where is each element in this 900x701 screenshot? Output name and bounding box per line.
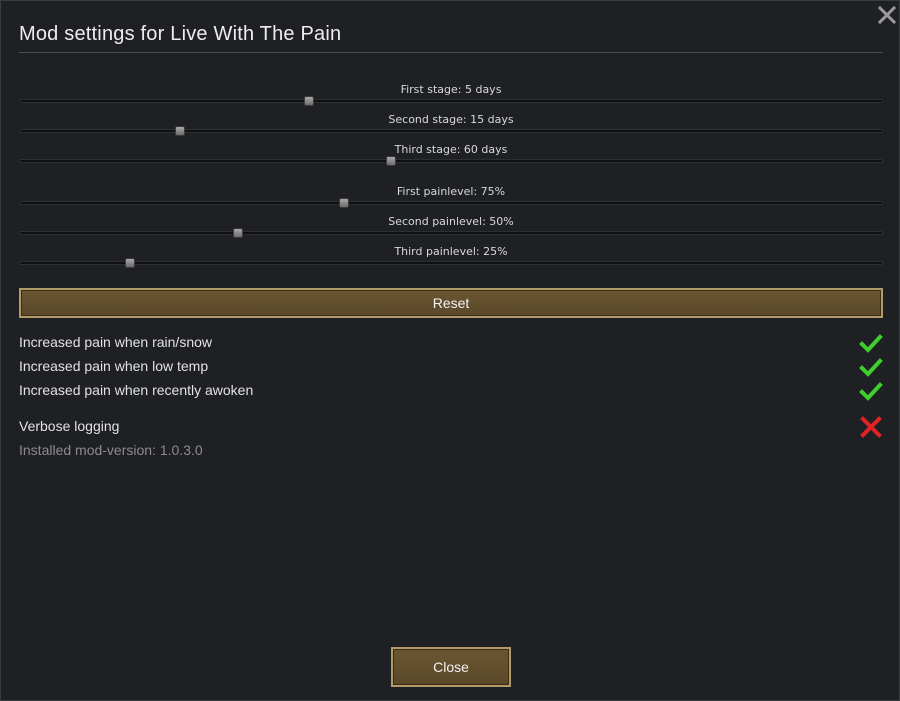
slider-label-second-stage: Second stage: 15 days [388, 113, 514, 126]
option-label-low-temp: Increased pain when low temp [19, 358, 209, 374]
close-button[interactable]: Close [391, 647, 511, 687]
title-divider [19, 52, 883, 53]
option-label-verbose-logging: Verbose logging [19, 418, 120, 434]
slider-label-second-painlevel: Second painlevel: 50% [388, 215, 514, 228]
slider-third-stage[interactable] [19, 159, 883, 163]
slider-second-painlevel[interactable] [19, 231, 883, 235]
mod-settings-dialog: Mod settings for Live With The Pain Firs… [0, 0, 900, 701]
slider-label-first-painlevel: First painlevel: 75% [396, 185, 506, 198]
slider-label-third-stage: Third stage: 60 days [394, 143, 508, 156]
option-label-recently-awoken: Increased pain when recently awoken [19, 382, 254, 398]
mod-version-text: Installed mod-version: 1.0.3.0 [19, 442, 203, 458]
slider-first-painlevel[interactable] [19, 201, 883, 205]
slider-thumb-third-painlevel[interactable] [125, 258, 136, 268]
slider-thumb-second-painlevel[interactable] [232, 228, 243, 238]
slider-thumb-first-painlevel[interactable] [338, 198, 349, 208]
option-label-rain-snow: Increased pain when rain/snow [19, 334, 213, 350]
slider-second-stage[interactable] [19, 129, 883, 133]
slider-thumb-third-stage[interactable] [385, 156, 396, 166]
slider-label-first-stage: First stage: 5 days [400, 83, 502, 96]
checkbox-recently-awoken-icon[interactable] [859, 381, 883, 403]
slider-thumb-first-stage[interactable] [304, 96, 315, 106]
slider-label-third-painlevel: Third painlevel: 25% [394, 245, 508, 258]
slider-first-stage[interactable] [19, 99, 883, 103]
reset-button[interactable]: Reset [19, 288, 883, 318]
slider-third-painlevel[interactable] [19, 261, 883, 265]
checkbox-rain-snow-icon[interactable] [859, 333, 883, 355]
close-icon[interactable] [877, 5, 897, 25]
checkbox-verbose-logging-icon[interactable] [859, 416, 883, 438]
dialog-title: Mod settings for Live With The Pain [19, 23, 342, 45]
slider-thumb-second-stage[interactable] [174, 126, 185, 136]
checkbox-low-temp-icon[interactable] [859, 357, 883, 379]
